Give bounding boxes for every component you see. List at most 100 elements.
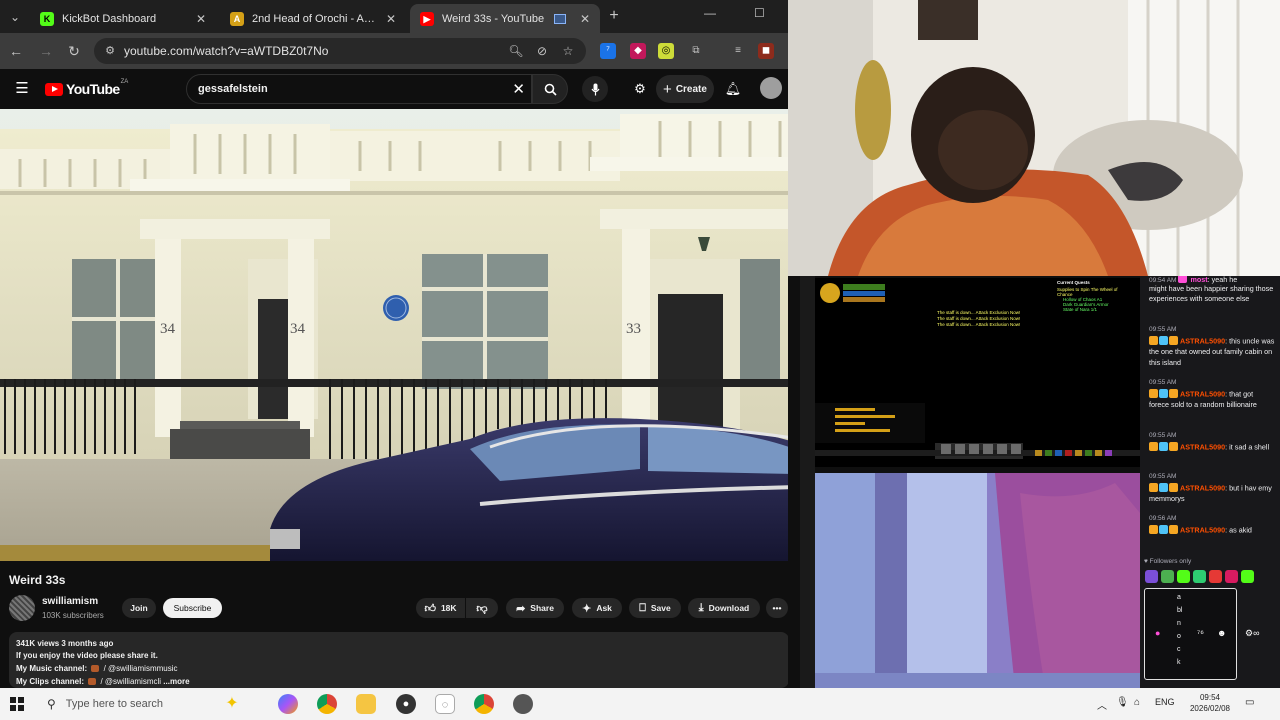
chat-username[interactable]: ASTRAL5090 [1180, 337, 1225, 346]
chat-username[interactable]: ASTRAL5090 [1180, 443, 1225, 452]
emoji-icon[interactable]: ☻ [1217, 628, 1226, 638]
show-hidden-icons-icon[interactable]: ︿ [1097, 697, 1107, 712]
download-icon: ⤓ [698, 601, 704, 614]
save-button[interactable]: ⎕ Save [629, 598, 681, 618]
chat-message: ASTRAL5090: that got forece sold to a ra… [1149, 389, 1257, 410]
windows-start-icon[interactable] [10, 697, 24, 711]
youtube-logo[interactable]: YouTube ZA [45, 79, 128, 99]
emote-icon[interactable] [1145, 570, 1158, 583]
tab-aqw[interactable]: A 2nd Head of Orochi - AQW ✕ [220, 4, 406, 33]
tab-youtube[interactable]: ▶ Weird 33s - YouTube ✕ [410, 4, 600, 33]
game-capture: Current Quests Supplies to Spin The Whee… [815, 278, 1140, 467]
clips-channel-label: My Clips channel: [16, 677, 85, 686]
more-actions-button[interactable]: ••• [766, 598, 788, 618]
subscribe-button[interactable]: Subscribe [163, 598, 222, 618]
file-explorer-icon[interactable] [356, 694, 376, 714]
picture-in-picture-icon[interactable] [553, 13, 566, 24]
emote-picker-icon[interactable]: ● [1155, 628, 1160, 638]
extensions-puzzle-icon[interactable]: ⧉ [688, 43, 704, 59]
bookmark-star-icon[interactable]: ☆ [560, 43, 576, 59]
chat-message: might have been happier sharing those ex… [1149, 284, 1275, 305]
minimize-icon[interactable]: — [704, 6, 716, 20]
eye-off-icon[interactable]: ⊘ [534, 43, 550, 59]
search-button[interactable] [532, 74, 568, 104]
menu-icon[interactable]: ☰ [12, 79, 32, 99]
extension-icon[interactable]: ⁷ [600, 43, 616, 59]
taskbar-clock[interactable]: 09:54 2026/02/08 [1186, 692, 1234, 714]
download-button[interactable]: ⤓ Download [688, 598, 760, 618]
tab-label: KickBot Dashboard [62, 12, 157, 25]
obs-icon[interactable]: ● [396, 694, 416, 714]
new-tab-button[interactable]: + [604, 6, 624, 26]
extension-icon[interactable]: ◎ [658, 43, 674, 59]
tab-search-chevron-icon[interactable]: ⌄ [4, 6, 26, 28]
zoom-icon[interactable]: 🔍︎ [508, 43, 524, 59]
channel-name[interactable]: swilliamism [42, 596, 98, 607]
logo-text: YouTube [66, 81, 120, 97]
join-button[interactable]: Join [122, 598, 156, 618]
notifications-icon[interactable]: ▭ [1245, 697, 1254, 708]
view-stats: 341K views 3 months ago [16, 639, 114, 648]
channel-avatar[interactable] [9, 595, 35, 621]
like-button[interactable]: 👍︎ 18K [416, 598, 465, 618]
extension-settings-icon[interactable]: ⚙ [630, 79, 650, 99]
emote-icon[interactable] [1225, 570, 1238, 583]
chat-username[interactable]: ASTRAL5090 [1180, 390, 1225, 399]
network-icon[interactable]: ⌂ [1134, 697, 1140, 708]
emote-icon[interactable] [1241, 570, 1254, 583]
description-box[interactable]: 341K views 3 months ago If you enjoy the… [9, 632, 788, 688]
chrome-icon[interactable] [317, 694, 337, 714]
tab-kickbot[interactable]: K KickBot Dashboard ✕ [30, 4, 216, 33]
chat-username[interactable]: ASTRAL5090 [1180, 484, 1225, 493]
notifications-bell-icon[interactable]: 🔔︎ [723, 79, 743, 99]
create-button[interactable]: + Create [656, 75, 714, 103]
chrome-active-icon[interactable] [474, 694, 494, 714]
sparkle-widget-icon[interactable]: ✦ [222, 694, 242, 714]
media-controls-icon[interactable]: ≡ [730, 43, 746, 59]
back-icon[interactable]: ← [6, 41, 26, 61]
copilot-icon[interactable] [278, 694, 298, 714]
close-tab-icon[interactable]: ✕ [196, 12, 206, 26]
browser-window: ⌄ K KickBot Dashboard ✕ A 2nd Head of Or… [0, 0, 788, 688]
taskbar-search-placeholder[interactable]: Type here to search [66, 698, 163, 710]
profile-icon[interactable]: ◼ [758, 43, 774, 59]
extension-icon[interactable]: ⁷⁶ [1197, 628, 1204, 638]
close-tab-icon[interactable]: ✕ [580, 12, 590, 26]
extension-icon[interactable]: ◆ [630, 43, 646, 59]
badge-icon [1159, 442, 1168, 451]
video-player[interactable]: 34 34 33 [0, 109, 788, 561]
badge-icon [1149, 483, 1158, 492]
language-indicator[interactable]: ENG [1155, 697, 1175, 707]
account-avatar[interactable] [760, 77, 782, 99]
badge-icon [1169, 525, 1178, 534]
emote-icon[interactable] [1177, 570, 1190, 583]
emote-icon[interactable] [1161, 570, 1174, 583]
music-channel-link[interactable]: / @swilliamismmusic [104, 664, 178, 673]
reload-icon[interactable]: ↻ [64, 41, 84, 61]
clips-channel-link[interactable]: / @swilliamismcli [100, 677, 161, 686]
address-bar[interactable]: ⚙ youtube.com/watch?v=aWTDBZ0t7No 🔍︎ ⊘ ☆ [94, 38, 586, 64]
voice-search-button[interactable] [582, 76, 608, 102]
clear-search-icon[interactable]: ✕ [512, 80, 525, 98]
dislike-button[interactable]: 👎︎ [466, 598, 498, 618]
ask-button[interactable]: ✦ Ask [572, 598, 622, 618]
show-more-link[interactable]: ...more [163, 677, 189, 686]
url-text[interactable]: youtube.com/watch?v=aWTDBZ0t7No [124, 44, 328, 58]
search-query[interactable]: gessafelstein [198, 83, 268, 95]
taskbar-search[interactable]: ⚲ Type here to search [40, 692, 290, 716]
close-tab-icon[interactable]: ✕ [386, 12, 396, 26]
search-input[interactable]: gessafelstein ✕ [186, 74, 532, 104]
forward-icon[interactable]: → [36, 41, 56, 61]
emote-icon[interactable] [1209, 570, 1222, 583]
maximize-icon[interactable]: ☐ [754, 6, 765, 20]
emote-icon[interactable] [1193, 570, 1206, 583]
chat-username[interactable]: ASTRAL5090 [1180, 526, 1225, 535]
screen-tool-icon[interactable]: ◌ [435, 694, 455, 714]
chat-settings-icon[interactable]: ⚙∞ [1245, 628, 1259, 639]
microphone-icon[interactable]: 🎙︎ [1116, 697, 1129, 708]
app-icon[interactable] [513, 694, 533, 714]
share-button[interactable]: ➦ Share [506, 598, 564, 618]
subscribe-label: Subscribe [173, 603, 212, 613]
chat-username[interactable]: most [1190, 276, 1207, 284]
site-info-icon[interactable]: ⚙ [102, 43, 118, 59]
